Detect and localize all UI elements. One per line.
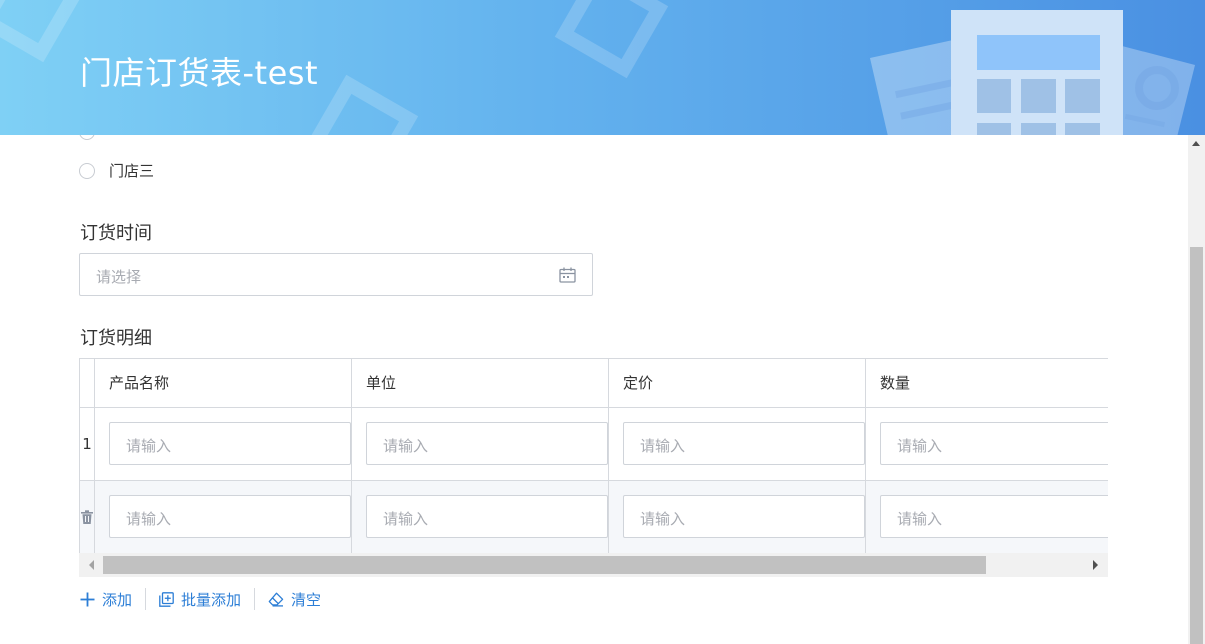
product-name-input[interactable]: 请输入: [109, 422, 351, 465]
table-row: 1 请输入 请输入 请输入 请输入: [80, 407, 1108, 481]
calendar-icon: [559, 267, 576, 283]
input-placeholder: 请输入: [383, 510, 429, 528]
divider: [145, 588, 147, 610]
add-row-button[interactable]: 添加: [80, 589, 132, 610]
table-cell: 请输入: [94, 480, 352, 553]
batch-add-button[interactable]: 批量添加: [159, 589, 241, 610]
page-vertical-scrollbar[interactable]: [1188, 135, 1205, 644]
header-banner: 门店订货表-test: [0, 0, 1205, 135]
store-option-3[interactable]: 门店三: [79, 160, 154, 181]
divider: [254, 588, 256, 610]
decor-square: [0, 0, 83, 63]
add-label: 添加: [102, 590, 133, 609]
batch-add-label: 批量添加: [181, 590, 242, 609]
order-detail-label: 订货明细: [80, 328, 152, 349]
price-input[interactable]: 请输入: [623, 495, 865, 538]
table-cell: 请输入: [351, 480, 609, 553]
quantity-input[interactable]: 请输入: [880, 495, 1108, 538]
product-name-input[interactable]: 请输入: [109, 495, 351, 538]
unit-input[interactable]: 请输入: [366, 422, 608, 465]
column-header: 定价: [608, 359, 866, 408]
table-cell: 请输入: [351, 407, 609, 481]
scroll-right-arrow-icon[interactable]: [1093, 560, 1098, 570]
price-input[interactable]: 请输入: [623, 422, 865, 465]
order-time-label: 订货时间: [80, 223, 152, 244]
trash-icon[interactable]: [80, 509, 94, 525]
radio-circle[interactable]: [79, 162, 95, 179]
table-horizontal-scrollbar[interactable]: [79, 553, 1108, 577]
plus-icon: [80, 592, 95, 606]
spreadsheet-illustration-icon: [870, 10, 1195, 135]
row-delete-cell: [80, 480, 95, 553]
decor-square: [554, 0, 669, 79]
input-placeholder: 请输入: [383, 437, 429, 455]
input-placeholder: 请输入: [897, 437, 943, 455]
table-row: 请输入 请输入 请输入 请输入: [80, 480, 1108, 553]
table-header-row: 产品名称 单位 定价 数量: [80, 359, 1108, 408]
table-cell: 请输入: [608, 407, 866, 481]
input-placeholder: 请输入: [897, 510, 943, 528]
input-placeholder: 请输入: [126, 510, 172, 528]
column-header: 数量: [865, 359, 1108, 408]
quantity-input[interactable]: 请输入: [880, 422, 1108, 465]
column-header: 产品名称: [94, 359, 352, 408]
row-index: 1: [80, 407, 95, 481]
decor-square: [304, 74, 419, 135]
scroll-thumb[interactable]: [103, 556, 986, 574]
scroll-up-arrow-icon[interactable]: [1192, 141, 1200, 146]
eraser-icon: [268, 592, 284, 607]
input-placeholder: 请输入: [640, 510, 686, 528]
scroll-left-arrow-icon[interactable]: [89, 560, 94, 570]
input-placeholder: 请输入: [640, 437, 686, 455]
store-option-label: 门店三: [109, 162, 155, 180]
clear-label: 清空: [291, 590, 322, 609]
table-cell: 请输入: [608, 480, 866, 553]
clear-button[interactable]: 清空: [268, 589, 321, 610]
date-placeholder: 请选择: [96, 268, 142, 286]
input-placeholder: 请输入: [126, 437, 172, 455]
index-header: [80, 359, 95, 408]
page-title: 门店订货表-test: [80, 54, 319, 92]
scroll-thumb[interactable]: [1190, 247, 1203, 644]
table-cell: 请输入: [94, 407, 352, 481]
batch-add-icon: [159, 591, 174, 607]
order-detail-table: 产品名称 单位 定价 数量 1 请输入 请输入 请输入 请输入 请输入 请输入 …: [79, 358, 1108, 553]
table-cell: 请输入: [865, 480, 1108, 553]
order-time-picker[interactable]: 请选择: [79, 253, 593, 296]
table-cell: 请输入: [865, 407, 1108, 481]
unit-input[interactable]: 请输入: [366, 495, 608, 538]
table-actions: 添加 批量添加 清空: [80, 588, 321, 610]
column-header: 单位: [351, 359, 609, 408]
